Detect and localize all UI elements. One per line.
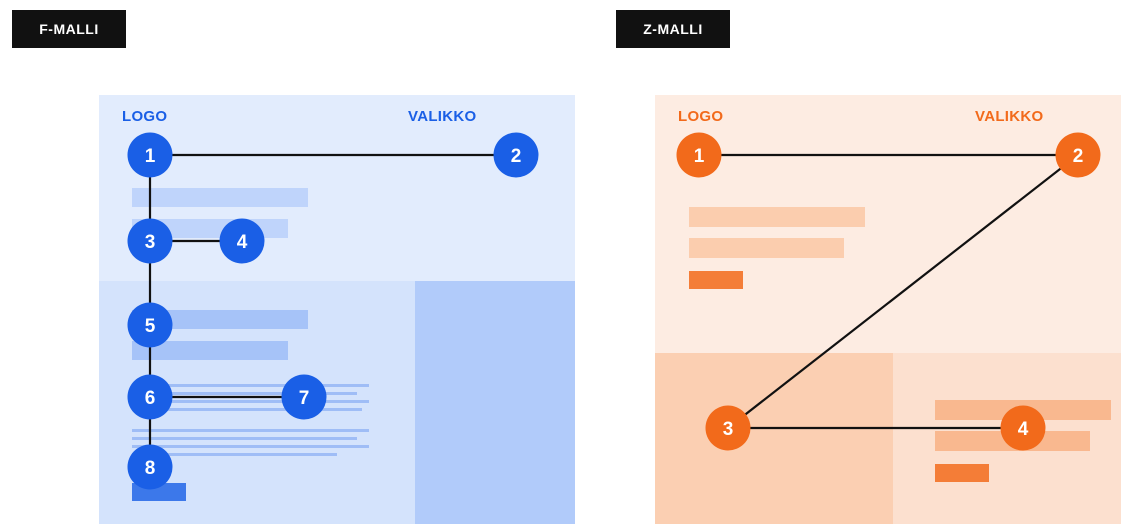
f-node-7: 7 [281,374,327,420]
svg-text:8: 8 [145,458,156,479]
svg-text:2: 2 [511,146,522,167]
svg-text:3: 3 [723,419,734,440]
z-pattern-panel: LOGO VALIKKO 1 2 3 4 [655,95,1121,524]
svg-text:2: 2 [1073,146,1084,167]
f-pattern-path: 1 2 3 4 5 6 7 8 [127,132,539,490]
f-node-1: 1 [127,132,173,178]
z-node-2: 2 [1055,132,1101,178]
f-node-8: 8 [127,444,173,490]
z-pattern-tag: Z-MALLI [616,10,730,48]
svg-text:6: 6 [145,388,156,409]
svg-text:4: 4 [1018,419,1029,440]
svg-text:7: 7 [299,388,310,409]
svg-text:5: 5 [145,316,156,337]
svg-text:3: 3 [145,232,156,253]
z-pattern-path: 1 2 3 4 [676,132,1101,451]
f-node-4: 4 [219,218,265,264]
z-node-1: 1 [676,132,722,178]
svg-text:1: 1 [145,146,156,167]
f-node-3: 3 [127,218,173,264]
z-node-4: 4 [1000,405,1046,451]
f-pattern-panel: LOGO VALIKKO 1 2 3 4 5 6 7 8 [99,95,575,524]
f-node-2: 2 [493,132,539,178]
f-node-6: 6 [127,374,173,420]
f-node-5: 5 [127,302,173,348]
f-pattern-tag: F-MALLI [12,10,126,48]
svg-text:1: 1 [694,146,705,167]
svg-text:4: 4 [237,232,248,253]
z-node-3: 3 [705,405,751,451]
